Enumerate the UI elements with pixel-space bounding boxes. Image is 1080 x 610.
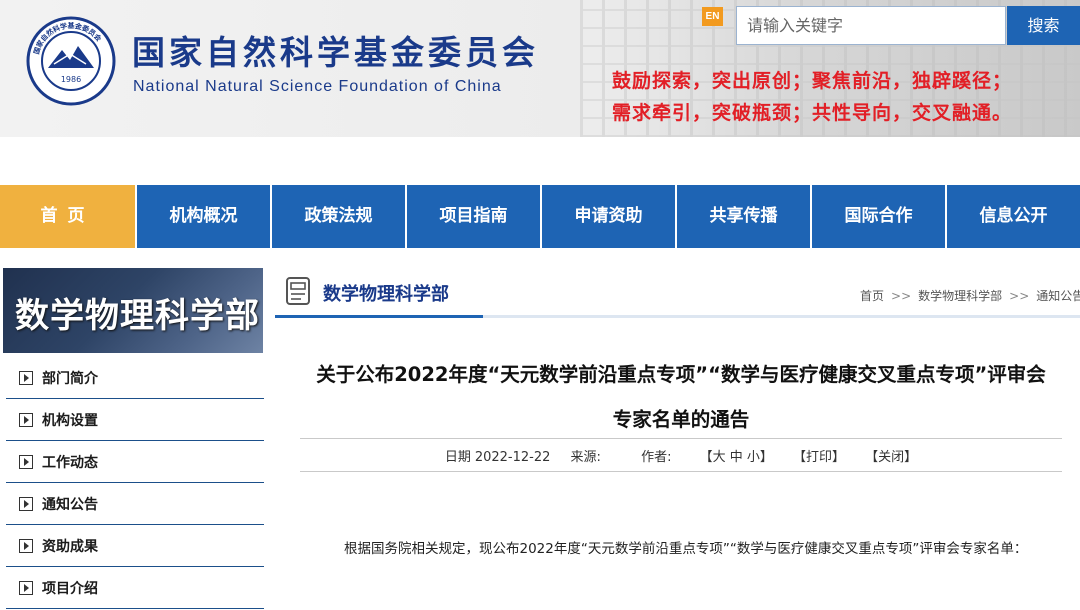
sidebar-item-label: 项目介绍 <box>42 581 98 597</box>
nav-item-home[interactable]: 首页 <box>0 185 135 248</box>
sidebar-item-structure[interactable]: 机构设置 <box>6 400 264 441</box>
date-label: 日期 <box>444 450 471 465</box>
search-button[interactable]: 搜索 <box>1007 6 1080 45</box>
play-icon <box>19 497 33 511</box>
nav-item-international[interactable]: 国际合作 <box>810 185 945 248</box>
sidebar-item-notices[interactable]: 通知公告 <box>6 484 264 525</box>
nsfc-logo[interactable]: 1986 国家自然科学基金委员会 <box>26 16 116 106</box>
article-title: 关于公布2022年度“天元数学前沿重点专项”“数学与医疗健康交叉重点专项”评审会… <box>316 363 1046 431</box>
sidebar-item-achievements[interactable]: 资助成果 <box>6 526 264 567</box>
org-name-en: National Natural Science Foundation of C… <box>133 78 502 95</box>
english-version-button[interactable]: EN <box>702 7 723 26</box>
play-icon <box>19 455 33 469</box>
font-size-control[interactable]: 【大 中 小】 <box>700 450 773 465</box>
nav-item-disclosure[interactable]: 信息公开 <box>945 185 1080 248</box>
main-nav: 首页 机构概况 政策法规 项目指南 申请资助 共享传播 国际合作 信息公开 <box>0 185 1080 248</box>
nav-item-about[interactable]: 机构概况 <box>135 185 270 248</box>
author-label: 作者: <box>641 450 672 465</box>
column-header: 数学物理科学部 首页 >> 数学物理科学部 >> 通知公告 <box>275 268 1080 320</box>
play-icon <box>19 413 33 427</box>
nav-item-guides[interactable]: 项目指南 <box>405 185 540 248</box>
article-body: 根据国务院相关规定，现公布2022年度“天元数学前沿重点专项”“数学与医疗健康交… <box>344 541 1028 557</box>
sidebar-item-label: 部门简介 <box>42 371 98 387</box>
slogan-line-1: 鼓励探索，突出原创；聚焦前沿，独辟蹊径； <box>612 70 1013 92</box>
department-banner-title: 数学物理科学部 <box>15 296 260 336</box>
breadcrumb: 首页 >> 数学物理科学部 >> 通知公告 <box>860 287 1080 304</box>
nav-item-apply[interactable]: 申请资助 <box>540 185 675 248</box>
sidebar-item-news[interactable]: 工作动态 <box>6 442 264 483</box>
sidebar-item-label: 机构设置 <box>42 413 98 429</box>
source-label: 来源: <box>570 450 601 465</box>
logo-year: 1986 <box>61 75 81 84</box>
breadcrumb-notices[interactable]: 通知公告 <box>1036 289 1080 303</box>
play-icon <box>19 371 33 385</box>
breadcrumb-separator: >> <box>1009 289 1030 303</box>
print-link[interactable]: 【打印】 <box>793 450 845 465</box>
search-input[interactable] <box>737 7 997 44</box>
column-title: 数学物理科学部 <box>323 284 449 305</box>
breadcrumb-home[interactable]: 首页 <box>860 289 884 303</box>
column-divider-accent <box>275 315 483 318</box>
site-header: 1986 国家自然科学基金委员会 国家自然科学基金委员会 National Na… <box>0 0 1080 137</box>
sidebar-item-intro[interactable]: 部门简介 <box>6 358 264 399</box>
sidebar-item-label: 资助成果 <box>42 539 98 555</box>
close-link[interactable]: 【关闭】 <box>865 450 917 465</box>
breadcrumb-department[interactable]: 数学物理科学部 <box>918 289 1002 303</box>
document-icon <box>286 277 310 305</box>
date-value: 2022-12-22 <box>474 450 551 465</box>
breadcrumb-separator: >> <box>891 289 912 303</box>
sidebar-item-label: 工作动态 <box>42 455 98 471</box>
meta-date: 日期 2022-12-22 <box>445 450 551 465</box>
nav-item-policies[interactable]: 政策法规 <box>270 185 405 248</box>
article-meta: 日期 2022-12-22 来源: 作者: 【大 中 小】 【打印】 【关闭】 <box>300 446 1062 465</box>
search-box <box>736 6 1006 45</box>
sidebar-item-label: 通知公告 <box>42 497 98 513</box>
play-icon <box>19 539 33 553</box>
sidebar-menu: 部门简介 机构设置 工作动态 通知公告 资助成果 项目介绍 <box>6 358 264 610</box>
meta-divider-bottom <box>300 471 1062 472</box>
meta-divider-top <box>300 438 1062 439</box>
org-name-cn: 国家自然科学基金委员会 <box>132 33 539 72</box>
slogan-line-2: 需求牵引，突破瓶颈；共性导向，交叉融通。 <box>612 102 1013 124</box>
sidebar-item-projects[interactable]: 项目介绍 <box>6 568 264 609</box>
play-icon <box>19 581 33 595</box>
nav-item-sharing[interactable]: 共享传播 <box>675 185 810 248</box>
department-banner: 数学物理科学部 <box>3 268 263 353</box>
